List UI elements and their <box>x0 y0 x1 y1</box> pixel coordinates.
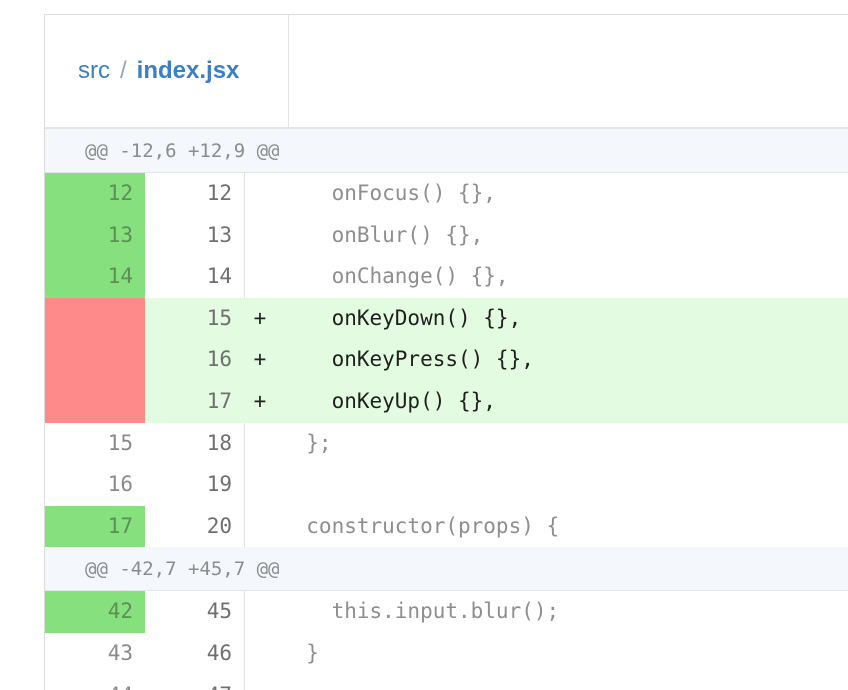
added-line: 16 + onKeyPress() {}, <box>45 339 848 381</box>
old-line-number: 42 <box>45 591 145 633</box>
old-line-number <box>45 380 145 423</box>
new-line-number: 17 <box>206 388 232 413</box>
diff-marker <box>245 591 275 633</box>
diff-marker: + <box>253 388 267 413</box>
breadcrumb-directory[interactable]: src <box>78 57 110 85</box>
old-line-number: 15 <box>107 430 133 455</box>
diff-line: 42 45 this.input.blur(); <box>45 591 848 633</box>
code-text: }; <box>281 430 332 455</box>
new-line-number: 20 <box>145 505 245 548</box>
code-text: onKeyDown() {}, <box>281 305 522 330</box>
code-text: } <box>281 640 319 665</box>
new-line-number: 13 <box>145 214 245 257</box>
file-header: src / index.jsx <box>45 15 848 129</box>
new-line-number: 16 <box>206 347 232 372</box>
diff-marker <box>245 423 275 465</box>
breadcrumb-separator: / <box>120 57 127 84</box>
old-line-number: 13 <box>45 214 145 257</box>
diff-line: 4447 <box>45 674 848 690</box>
breadcrumb-file-name[interactable]: index.jsx <box>137 57 240 85</box>
diff-line: 14 14 onChange() {}, <box>45 256 848 298</box>
diff-line: 16 19 <box>45 464 848 506</box>
diff-line: 15 18 }; <box>45 422 848 465</box>
code-text: onKeyUp() {}, <box>281 388 496 413</box>
diff-line: 12 12 onFocus() {}, <box>45 173 848 215</box>
old-line-number: 16 <box>107 472 133 497</box>
code-text: onChange() {}, <box>281 264 509 289</box>
new-line-number: 14 <box>145 256 245 298</box>
old-line-number: 44 <box>45 675 145 690</box>
code-text: onFocus() {}, <box>281 181 496 205</box>
code-text: onKeyPress() {}, <box>281 347 534 372</box>
diff-line: 17 20 constructor(props) { <box>45 505 848 548</box>
diff-line: 13 13 onBlur() {}, <box>45 214 848 257</box>
code-text: this.input.blur(); <box>281 599 560 624</box>
diff-marker <box>245 464 275 506</box>
diff-marker <box>245 173 275 215</box>
file-tab[interactable]: src / index.jsx <box>45 15 289 127</box>
old-line-number: 14 <box>45 256 145 298</box>
diff-marker <box>245 215 275 257</box>
diff-line: 43 46 } <box>45 632 848 675</box>
added-line: 15 + onKeyDown() {}, <box>45 297 848 340</box>
diff-marker <box>245 256 275 298</box>
old-line-number: 12 <box>45 173 145 215</box>
diff-marker <box>245 633 275 675</box>
added-line: 17 + onKeyUp() {}, <box>45 380 848 423</box>
old-line-number <box>45 297 145 340</box>
old-line-number: 43 <box>107 640 133 665</box>
diff-rows: @@ -12,6 +12,9 @@ 12 12 onFocus() {}, 13 13 … <box>45 129 848 690</box>
new-line-number: 45 <box>145 591 245 633</box>
old-line-number: 17 <box>45 505 145 548</box>
diff-marker <box>245 506 275 548</box>
new-line-number: 47 <box>145 674 245 690</box>
hunk-header: @@ -12,6 +12,9 @@ <box>45 129 848 173</box>
code-text: constructor(props) { <box>281 513 560 538</box>
diff-marker: + <box>253 347 267 372</box>
hunk-header: @@ -42,7 +45,7 @@ <box>45 547 848 592</box>
new-line-number: 18 <box>145 422 245 465</box>
code-text: onBlur() {}, <box>281 222 484 247</box>
new-line-number: 19 <box>145 464 245 506</box>
diff-panel: src / index.jsx @@ -12,6 +12,9 @@ 12 12 on… <box>44 14 848 690</box>
new-line-number: 15 <box>206 305 232 330</box>
new-line-number: 12 <box>145 173 245 215</box>
old-line-number <box>45 339 145 381</box>
diff-marker <box>245 675 275 690</box>
diff-marker: + <box>253 305 267 330</box>
new-line-number: 46 <box>145 632 245 675</box>
